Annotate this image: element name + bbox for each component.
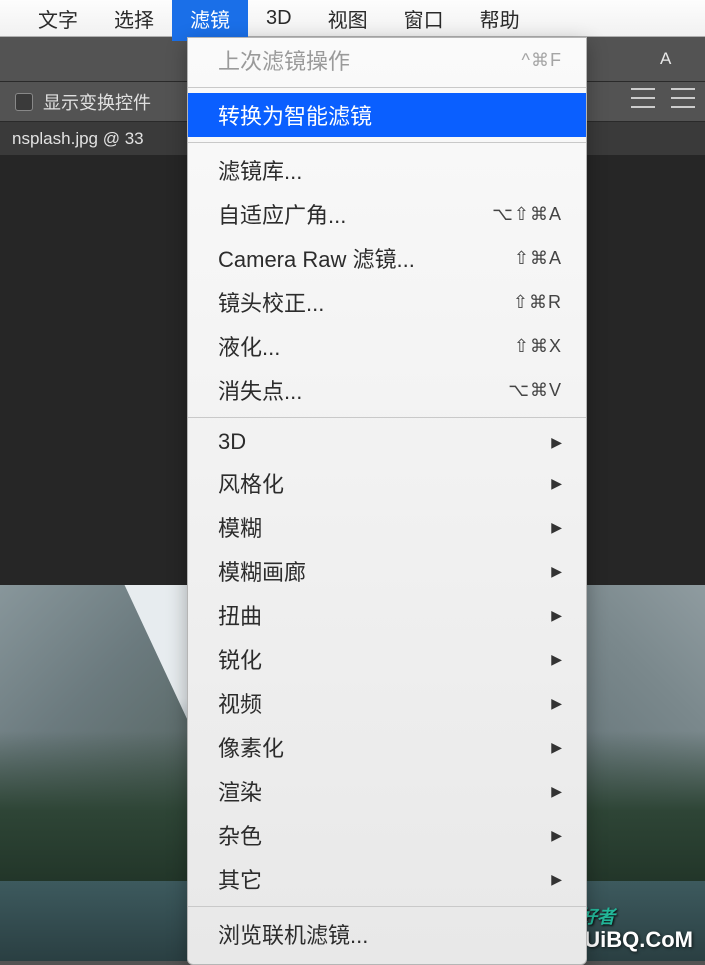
align-icon[interactable] [631,88,655,108]
menu-help[interactable]: 帮助 [462,0,538,41]
menu-separator [188,906,586,907]
menu-item-label: 3D [218,429,246,455]
document-tab[interactable]: nsplash.jpg @ 33 [12,129,144,149]
menu-3d[interactable]: 3D [248,0,310,38]
menu-item-label: 扭曲 [218,599,262,631]
menu-view[interactable]: 视图 [310,0,386,41]
menu-item-label: 滤镜库... [218,154,302,186]
chevron-right-icon: ▶ [551,695,562,712]
chevron-right-icon: ▶ [551,783,562,800]
menu-pixelate-submenu[interactable]: 像素化 ▶ [188,725,586,769]
menu-separator [188,87,586,88]
menu-item-shortcut: ⇧⌘A [514,248,562,269]
menu-filter-gallery[interactable]: 滤镜库... [188,148,586,192]
menu-item-label: Camera Raw 滤镜... [218,242,415,274]
menu-separator [188,142,586,143]
chevron-right-icon: ▶ [551,563,562,580]
menu-video-submenu[interactable]: 视频 ▶ [188,681,586,725]
watermark-site: UiBQ.CoM [584,927,693,953]
chevron-right-icon: ▶ [551,519,562,536]
menu-distort-submenu[interactable]: 扭曲 ▶ [188,593,586,637]
menu-text[interactable]: 文字 [20,0,96,41]
chevron-right-icon: ▶ [551,871,562,888]
menu-item-label: 杂色 [218,819,262,851]
chevron-right-icon: ▶ [551,607,562,624]
menu-item-label: 转换为智能滤镜 [218,99,372,131]
menu-item-label: 模糊 [218,511,262,543]
menu-item-label: 自适应广角... [218,198,346,230]
chevron-right-icon: ▶ [551,475,562,492]
menu-liquify[interactable]: 液化... ⇧⌘X [188,324,586,368]
show-transform-checkbox[interactable] [15,93,33,111]
distribute-icon[interactable] [671,88,695,108]
menu-vanishing-point[interactable]: 消失点... ⌥⌘V [188,368,586,412]
menu-lens-correction[interactable]: 镜头校正... ⇧⌘R [188,280,586,324]
menu-sharpen-submenu[interactable]: 锐化 ▶ [188,637,586,681]
menu-stylize-submenu[interactable]: 风格化 ▶ [188,461,586,505]
menu-camera-raw[interactable]: Camera Raw 滤镜... ⇧⌘A [188,236,586,280]
menu-item-label: 消失点... [218,374,302,406]
menu-item-shortcut: ⇧⌘R [513,292,562,313]
menu-3d-submenu[interactable]: 3D ▶ [188,423,586,461]
menu-convert-smart-filter[interactable]: 转换为智能滤镜 [188,93,586,137]
menu-filter[interactable]: 滤镜 [172,0,248,41]
menu-item-label: 锐化 [218,643,262,675]
menu-other-submenu[interactable]: 其它 ▶ [188,857,586,901]
menu-item-label: 渲染 [218,775,262,807]
menu-window[interactable]: 窗口 [386,0,462,41]
menu-item-label: 视频 [218,687,262,719]
menu-blur-submenu[interactable]: 模糊 ▶ [188,505,586,549]
menu-item-label: 镜头校正... [218,286,324,318]
menu-item-label: 液化... [218,330,280,362]
menu-render-submenu[interactable]: 渲染 ▶ [188,769,586,813]
menu-item-label: 上次滤镜操作 [218,44,350,76]
chevron-right-icon: ▶ [551,651,562,668]
align-icons-group [631,88,695,108]
menubar: 文字 选择 滤镜 3D 视图 窗口 帮助 [0,0,705,37]
toolbar-character-label: A [660,49,671,69]
menu-item-label: 浏览联机滤镜... [218,918,368,950]
filter-dropdown-menu: 上次滤镜操作 ^⌘F 转换为智能滤镜 滤镜库... 自适应广角... ⌥⇧⌘A … [187,37,587,965]
menu-item-shortcut: ⌥⇧⌘A [492,204,562,225]
chevron-right-icon: ▶ [551,434,562,451]
menu-separator [188,417,586,418]
menu-noise-submenu[interactable]: 杂色 ▶ [188,813,586,857]
menu-select[interactable]: 选择 [96,0,172,41]
menu-item-label: 模糊画廊 [218,555,306,587]
menu-item-label: 像素化 [218,731,284,763]
menu-item-shortcut: ^⌘F [522,50,562,71]
menu-adaptive-wide-angle[interactable]: 自适应广角... ⌥⇧⌘A [188,192,586,236]
menu-browse-online-filters[interactable]: 浏览联机滤镜... [188,912,586,956]
menu-item-label: 风格化 [218,467,284,499]
chevron-right-icon: ▶ [551,827,562,844]
menu-item-shortcut: ⌥⌘V [508,380,562,401]
menu-item-label: 其它 [218,863,262,895]
menu-blur-gallery-submenu[interactable]: 模糊画廊 ▶ [188,549,586,593]
chevron-right-icon: ▶ [551,739,562,756]
show-transform-label: 显示变换控件 [43,89,151,115]
menu-last-filter: 上次滤镜操作 ^⌘F [188,38,586,82]
menu-item-shortcut: ⇧⌘X [514,336,562,357]
